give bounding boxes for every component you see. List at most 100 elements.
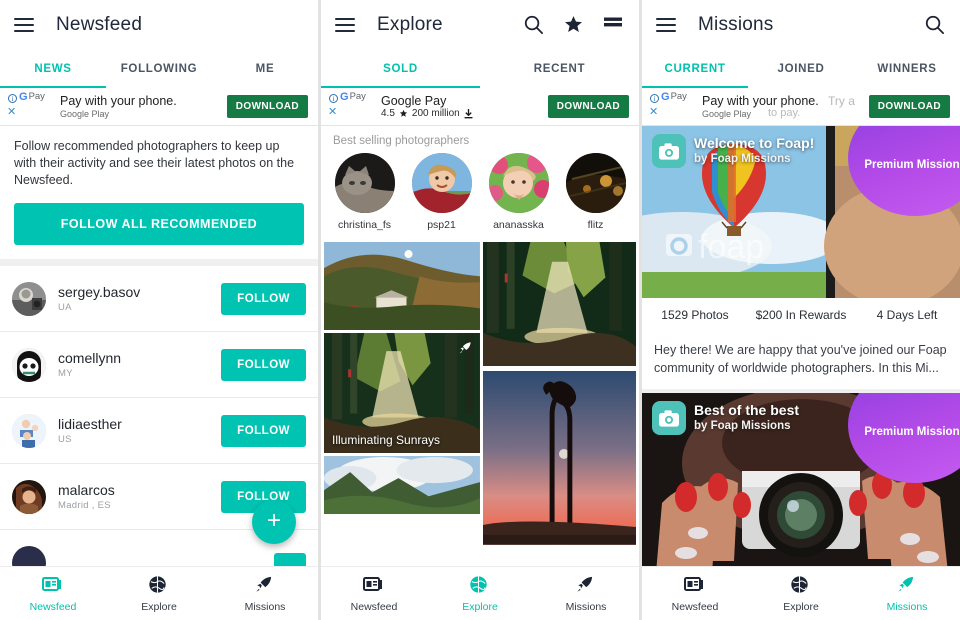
photo-hillside-house (324, 242, 480, 330)
google-pay-logo: G Pay (19, 91, 45, 103)
ad-info-icon[interactable]: i (650, 93, 659, 103)
page-title: Newsfeed (56, 14, 143, 35)
mission-title: Welcome to Foap! (694, 135, 815, 151)
nav-missions[interactable]: Missions (212, 575, 318, 613)
pay-label: Pay (670, 91, 687, 103)
avatar-photo (12, 413, 46, 448)
nav-explore[interactable]: Explore (106, 575, 212, 613)
newsfeed-icon (42, 575, 64, 597)
mission-card[interactable]: foap Premium Mission Welcome to Foap! by… (642, 126, 960, 389)
hamburger-icon[interactable] (656, 18, 676, 32)
ad-close-icon[interactable]: ✕ (649, 106, 658, 118)
grid-photo[interactable] (482, 371, 636, 547)
ad-download-button[interactable]: DOWNLOAD (868, 95, 950, 118)
list-icon[interactable] (603, 14, 625, 36)
nav-newsfeed[interactable]: Newsfeed (0, 575, 106, 613)
follow-all-recommended-button[interactable]: FOLLOW ALL RECOMMENDED (14, 203, 304, 245)
best-selling-photographers: christina_fs psp21 ananasska flitz (321, 153, 639, 239)
search-icon[interactable] (523, 14, 545, 36)
globe-icon (469, 575, 491, 597)
ad-ghost-subline: to pay. (768, 106, 801, 119)
photo-grid: Illuminating Sunrays (321, 239, 639, 547)
list-item[interactable]: lidiaesther US FOLLOW (0, 398, 318, 464)
tab-sold[interactable]: SOLD (321, 50, 480, 88)
follow-button[interactable]: FOLLOW (221, 348, 306, 381)
photographer-name: ananasska (493, 219, 544, 231)
ad-badge: i ✕ G Pay (6, 91, 54, 123)
ad-text: Google Pay 4.5 200 million (381, 94, 548, 120)
ad-info-icon[interactable]: i (329, 93, 338, 103)
globe-icon (148, 575, 170, 597)
ad-download-button[interactable]: DOWNLOAD (547, 95, 629, 118)
list-item[interactable]: sergey.basov UA FOLLOW (0, 266, 318, 332)
nav-explore[interactable]: Explore (748, 575, 854, 613)
tab-joined[interactable]: JOINED (748, 50, 854, 88)
ad-info-icon[interactable]: i (8, 93, 17, 103)
newsfeed-screen: Newsfeed NEWS FOLLOWING ME i ✕ G Pay Pay… (0, 0, 318, 620)
badge-label: Premium Mission (864, 159, 960, 171)
add-photo-fab[interactable]: + (252, 500, 296, 544)
list-item[interactable]: comellynn MY FOLLOW (0, 332, 318, 398)
nav-label: Newsfeed (29, 600, 77, 613)
nav-explore[interactable]: Explore (427, 575, 533, 613)
follow-button[interactable]: FOLLOW (221, 414, 306, 447)
ad-rating-row: 4.5 200 million (381, 108, 548, 120)
hamburger-icon[interactable] (335, 18, 355, 32)
stat-rewards: $200 In Rewards (755, 307, 847, 322)
page-title: Missions (698, 14, 774, 35)
nav-missions[interactable]: Missions (854, 575, 960, 613)
photographer-item[interactable]: flitz (560, 153, 631, 231)
google-pay-ad[interactable]: i ✕ G Pay Pay with your phone. Google Pl… (642, 88, 960, 126)
tab-winners[interactable]: WINNERS (854, 50, 960, 88)
missions-tabs: CURRENT JOINED WINNERS (642, 50, 960, 88)
watermark-text: foap (698, 228, 764, 266)
tab-current[interactable]: CURRENT (642, 50, 748, 88)
hamburger-icon[interactable] (14, 18, 34, 32)
pay-label: Pay (349, 91, 366, 103)
bottom-navigation: Newsfeed Explore Missions (321, 566, 639, 620)
grid-photo[interactable]: Illuminating Sunrays (324, 333, 480, 453)
tab-me[interactable]: ME (212, 50, 318, 88)
tab-news[interactable]: NEWS (0, 50, 106, 88)
nav-newsfeed[interactable]: Newsfeed (642, 575, 748, 613)
ad-badge: i ✕ G Pay (648, 91, 696, 123)
nav-missions[interactable]: Missions (533, 575, 639, 613)
rocket-icon (254, 575, 276, 597)
follow-button[interactable]: FOLLOW (221, 282, 306, 315)
tab-following[interactable]: FOLLOWING (106, 50, 212, 88)
photo-mountain-clouds (324, 456, 480, 514)
grid-photo[interactable] (324, 242, 480, 330)
google-pay-ad[interactable]: i ✕ G Pay Pay with your phone. Google Pl… (0, 88, 318, 126)
appbar-actions (523, 14, 625, 36)
stat-days-left: 4 Days Left (876, 307, 938, 322)
ad-close-icon[interactable]: ✕ (7, 106, 16, 118)
grid-photo[interactable] (324, 456, 480, 514)
user-location: MY (58, 367, 73, 379)
missions-screen: Missions CURRENT JOINED WINNERS i ✕ G Pa… (642, 0, 960, 620)
user-location: UA (58, 301, 72, 313)
avatar (334, 153, 395, 213)
photographer-item[interactable]: ananasska (483, 153, 554, 231)
ad-download-button[interactable]: DOWNLOAD (226, 95, 308, 118)
google-g-icon: G (661, 90, 670, 103)
user-meta: lidiaesther US (58, 416, 221, 446)
mission-heading: Best of the best by Foap Missions (694, 401, 799, 434)
three-phone-screens: Newsfeed NEWS FOLLOWING ME i ✕ G Pay Pay… (0, 0, 960, 620)
photographer-item[interactable]: psp21 (406, 153, 477, 231)
photographer-item[interactable]: christina_fs (329, 153, 400, 231)
avatar (12, 281, 46, 316)
ad-close-icon[interactable]: ✕ (328, 106, 337, 118)
section-title: Best selling photographers (321, 126, 639, 153)
grid-photo[interactable] (482, 242, 636, 368)
user-name: sergey.basov (58, 283, 141, 300)
user-name: lidiaesther (58, 415, 122, 432)
star-icon[interactable] (563, 14, 585, 36)
mission-card[interactable]: Premium Mission Best of the best by Foap… (642, 393, 960, 573)
search-icon[interactable] (924, 14, 946, 36)
avatar (411, 153, 472, 213)
photo-sunrays-path (482, 242, 636, 367)
nav-newsfeed[interactable]: Newsfeed (321, 575, 427, 613)
tab-recent[interactable]: RECENT (480, 50, 639, 88)
newsfeed-tabs: NEWS FOLLOWING ME (0, 50, 318, 88)
google-pay-ad[interactable]: i ✕ G Pay Google Pay 4.5 200 million DOW… (321, 88, 639, 126)
